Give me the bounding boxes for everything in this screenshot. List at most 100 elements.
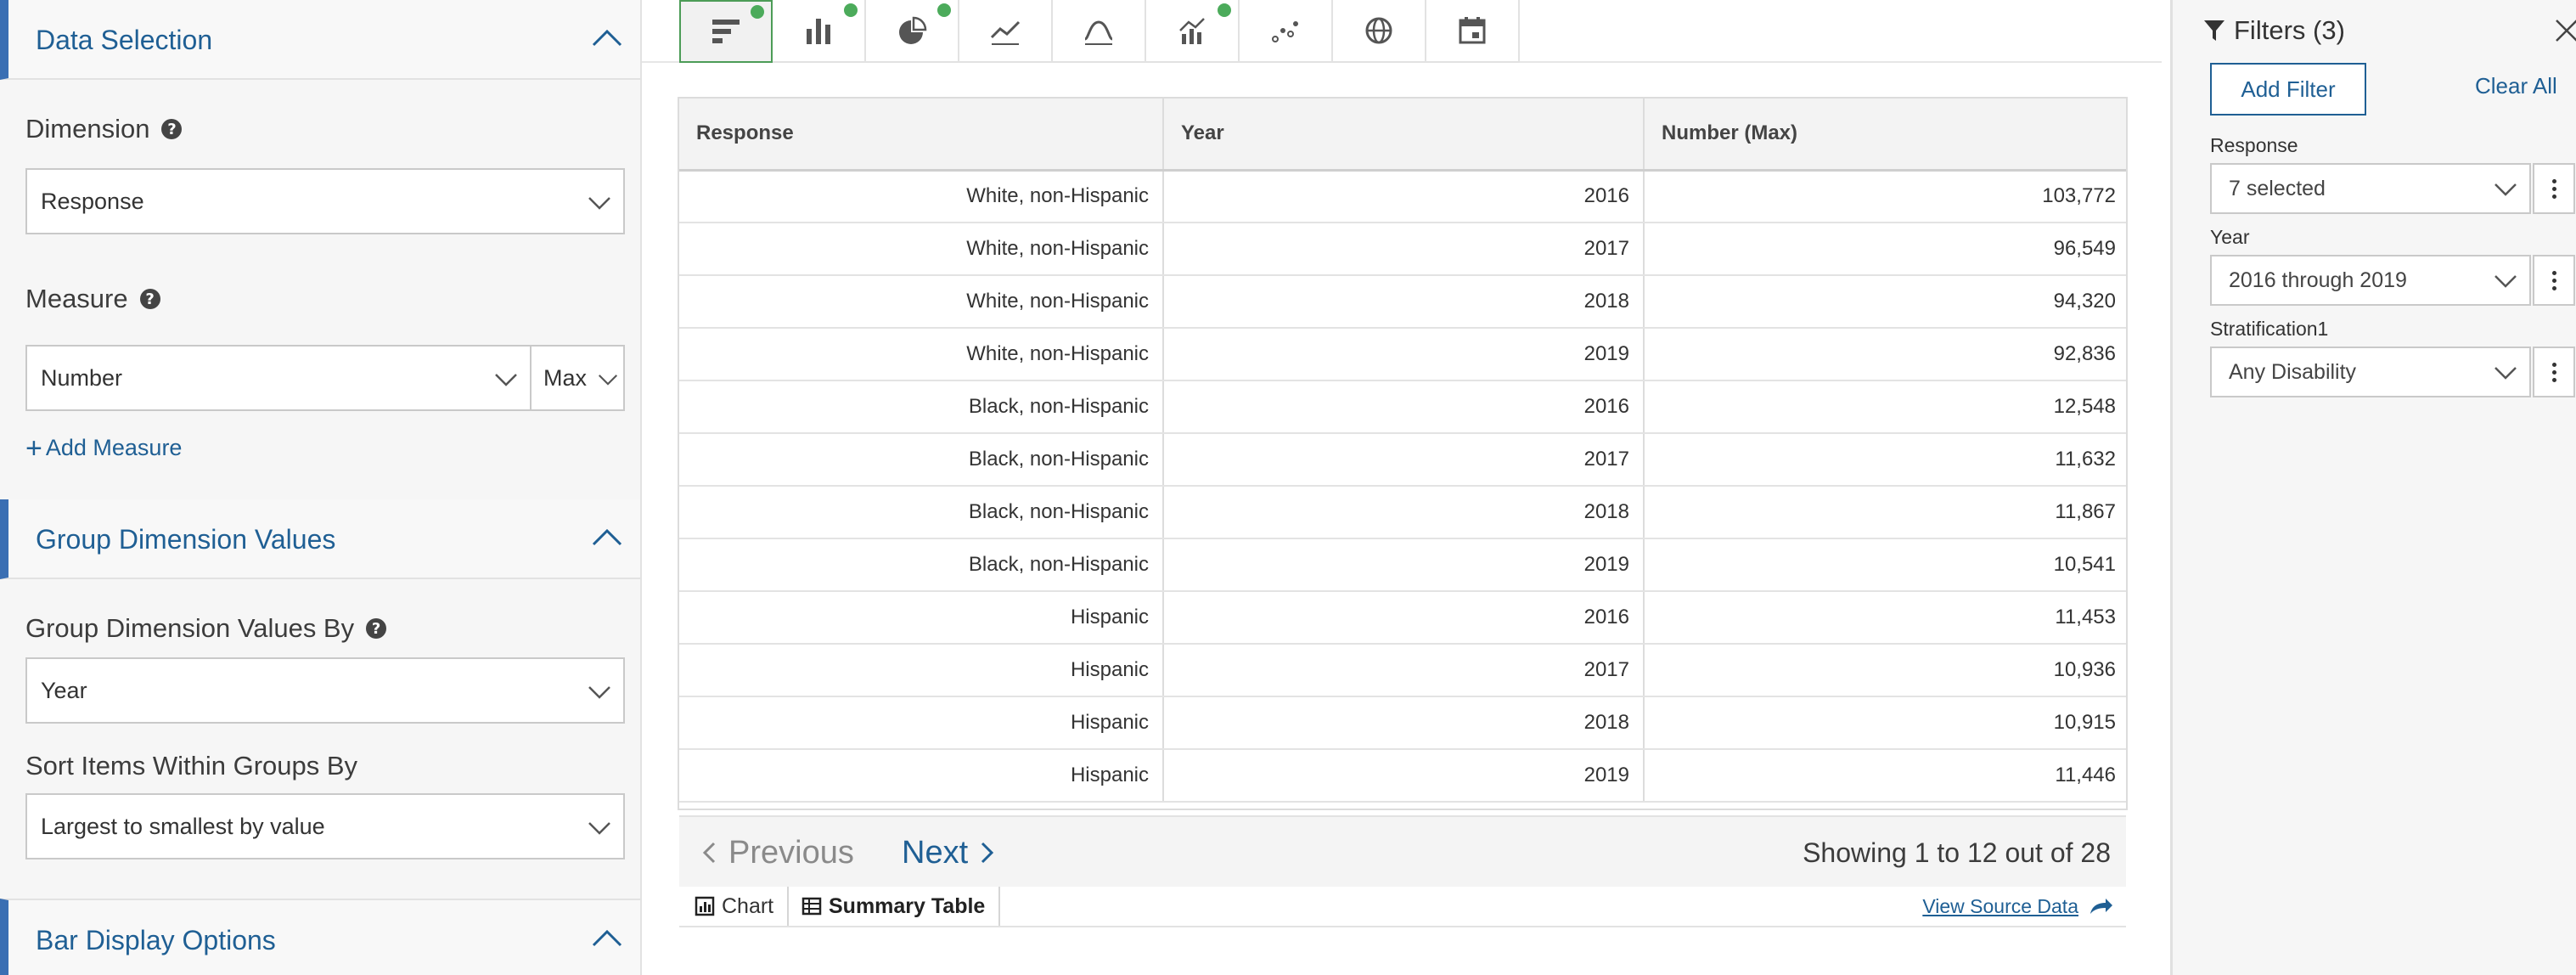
cell-number: 11,446 (1644, 749, 2126, 803)
filter-year-menu-button[interactable] (2533, 255, 2575, 306)
line-chart-button[interactable] (959, 0, 1053, 63)
cell-response: Hispanic (679, 696, 1164, 750)
chevron-down-icon (598, 375, 618, 386)
dimension-label: Dimension ? (25, 114, 183, 144)
column-header-year[interactable]: Year (1163, 99, 1645, 172)
table-row: White, non-Hispanic 2018 94,320 (679, 275, 2126, 329)
cell-number: 92,836 (1644, 328, 2126, 381)
filter-response-select[interactable]: 7 selected (2210, 163, 2531, 214)
cell-response: Hispanic (679, 749, 1164, 803)
column-header-response[interactable]: Response (679, 99, 1164, 172)
map-button[interactable] (1333, 0, 1426, 63)
group-dimension-values-header[interactable]: Group Dimension Values (0, 499, 640, 579)
combo-chart-button[interactable] (1146, 0, 1240, 63)
filter-response-menu-button[interactable] (2533, 163, 2575, 214)
table-row: Hispanic 2016 11,453 (679, 591, 2126, 645)
chevron-up-icon[interactable] (591, 526, 623, 548)
chevron-down-icon (2494, 183, 2517, 196)
cell-number: 103,772 (1644, 170, 2126, 223)
cell-number: 10,541 (1644, 538, 2126, 592)
pagination-bar: Previous Next Showing 1 to 12 out of 28 (679, 815, 2126, 887)
data-selection-header[interactable]: Data Selection (0, 0, 640, 80)
measure-label: Measure ? (25, 284, 160, 314)
sort-items-select-value: Largest to smallest by value (41, 814, 325, 839)
help-icon[interactable]: ? (139, 289, 160, 309)
filter-year-select[interactable]: 2016 through 2019 (2210, 255, 2531, 306)
help-icon[interactable]: ? (366, 618, 387, 639)
table-row: Black, non-Hispanic 2016 12,548 (679, 380, 2126, 434)
add-filter-button[interactable]: Add Filter (2210, 63, 2366, 116)
visualization-toolbar (679, 0, 1520, 63)
line-chart-icon (990, 20, 1021, 45)
combo-chart-icon (1179, 18, 1205, 44)
table-row: Hispanic 2017 10,936 (679, 644, 2126, 697)
filter-stratification1-menu-button[interactable] (2533, 347, 2575, 397)
tab-summary-table[interactable]: Summary Table (786, 887, 1001, 926)
scatter-chart-button[interactable] (1240, 0, 1333, 63)
column-header-number-max[interactable]: Number (Max) (1644, 99, 2126, 172)
cell-year: 2016 (1163, 380, 1645, 434)
cell-number: 12,548 (1644, 380, 2126, 434)
tab-chart-label: Chart (722, 893, 774, 918)
chevron-right-icon (981, 842, 994, 864)
cell-year: 2019 (1163, 328, 1645, 381)
chevron-up-icon[interactable] (591, 927, 623, 949)
cell-year: 2019 (1163, 749, 1645, 803)
measure-select[interactable]: Number (25, 345, 532, 411)
summary-table: Response Year Number (Max) White, non-Hi… (679, 99, 2126, 803)
table-row: White, non-Hispanic 2019 92,836 (679, 328, 2126, 381)
table-header: Response Year Number (Max) (679, 99, 2126, 172)
calendar-icon (1459, 17, 1486, 44)
scatter-chart-icon (1272, 21, 1298, 42)
dimension-select-value: Response (41, 189, 144, 214)
help-icon[interactable]: ? (161, 119, 183, 139)
cell-response: White, non-Hispanic (679, 275, 1164, 329)
data-selection-title: Data Selection (36, 25, 213, 55)
bar-display-options-header[interactable]: Bar Display Options (0, 899, 640, 975)
chevron-left-icon (702, 842, 716, 864)
pie-chart-button[interactable] (866, 0, 959, 63)
filter-stratification1-select[interactable]: Any Disability (2210, 347, 2531, 397)
close-icon[interactable] (2553, 17, 2576, 44)
dimension-select[interactable]: Response (25, 168, 625, 234)
cell-number: 11,453 (1644, 591, 2126, 645)
cell-response: Black, non-Hispanic (679, 380, 1164, 434)
pagination-status: Showing 1 to 12 out of 28 (1803, 837, 2111, 868)
tab-chart[interactable]: Chart (679, 887, 790, 926)
area-chart-button[interactable] (1053, 0, 1146, 63)
table-row: White, non-Hispanic 2016 103,772 (679, 170, 2126, 223)
filters-title: Filters (3) (2234, 15, 2345, 45)
table-icon (801, 897, 822, 916)
horizontal-bar-chart-button[interactable] (679, 0, 773, 63)
sort-items-select[interactable]: Largest to smallest by value (25, 793, 625, 859)
aggregate-select-value: Max (543, 365, 588, 391)
add-measure-link[interactable]: + Add Measure (25, 434, 183, 463)
sort-items-label: Sort Items Within Groups By (25, 751, 357, 781)
cell-year: 2018 (1163, 275, 1645, 329)
cell-number: 11,867 (1644, 486, 2126, 539)
filter-label-response: Response (2210, 134, 2298, 156)
next-label: Next (902, 835, 969, 871)
aggregate-select[interactable]: Max (530, 345, 625, 411)
calendar-button[interactable] (1426, 0, 1520, 63)
clear-all-link[interactable]: Clear All (2475, 73, 2557, 99)
add-measure-label: Add Measure (45, 435, 183, 460)
previous-page-button[interactable]: Previous (701, 817, 854, 888)
share-arrow-icon (2090, 899, 2112, 914)
vertical-bar-chart-button[interactable] (773, 0, 866, 63)
next-page-button[interactable]: Next (902, 817, 995, 888)
cell-response: White, non-Hispanic (679, 170, 1164, 223)
cell-year: 2016 (1163, 591, 1645, 645)
measure-label-text: Measure (25, 284, 128, 313)
left-settings-panel: Data Selection Dimension ? Response Meas… (0, 0, 642, 975)
group-by-select-value: Year (41, 678, 87, 703)
view-source-data-link[interactable]: View Source Data (1922, 887, 2114, 926)
group-by-select[interactable]: Year (25, 657, 625, 724)
bar-display-options-title: Bar Display Options (36, 925, 276, 955)
table-row: White, non-Hispanic 2017 96,549 (679, 223, 2126, 276)
tab-summary-table-label: Summary Table (829, 893, 986, 918)
horizontal-bar-chart-icon (712, 20, 740, 43)
area-chart-icon (1084, 20, 1113, 45)
chevron-up-icon[interactable] (591, 26, 623, 48)
cell-response: Black, non-Hispanic (679, 486, 1164, 539)
